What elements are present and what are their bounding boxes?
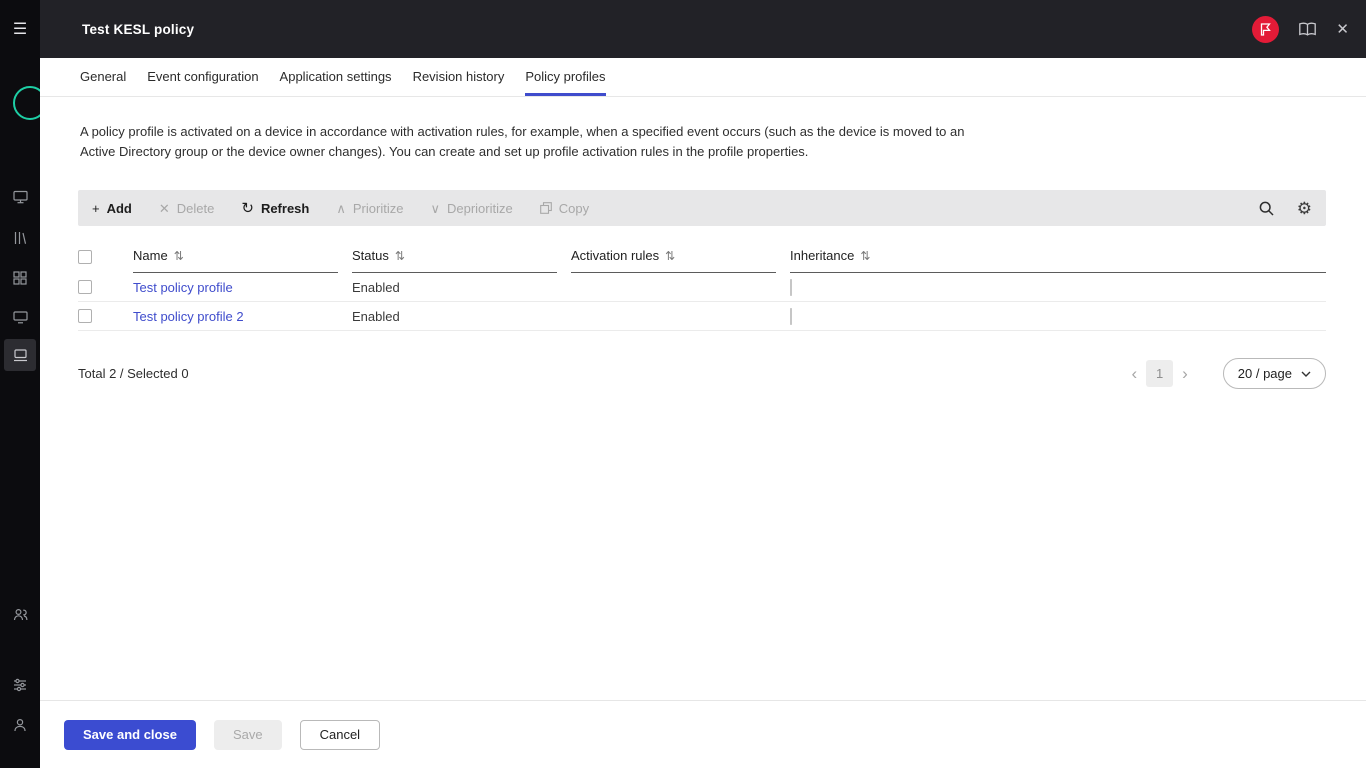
select-all-checkbox[interactable] [78,250,92,264]
column-header-inheritance[interactable]: Inheritance ⇅ [790,248,1326,273]
next-page-chevron-icon[interactable]: › [1173,365,1197,382]
pager: ‹ 1 › 20 / page [1122,358,1326,389]
copy-icon [540,202,552,214]
row-checkbox[interactable] [78,280,92,294]
left-nav-sidebar: ☰ [0,0,40,768]
column-header-status-label: Status [352,248,389,263]
save-button[interactable]: Save [214,720,282,750]
policy-profiles-description: A policy profile is activated on a devic… [80,122,968,162]
deprioritize-button-label: Deprioritize [447,201,513,216]
flag-icon [1260,23,1271,36]
table-row: Test policy profile Enabled [78,273,1326,302]
selection-summary: Total 2 / Selected 0 [78,366,189,381]
column-header-name[interactable]: Name ⇅ [133,248,338,273]
profile-status: Enabled [352,309,557,324]
table-row: Test policy profile 2 Enabled [78,302,1326,331]
page-size-value: 20 / page [1238,366,1292,381]
chevron-down-icon [1301,371,1311,377]
profiles-toolbar: + Add ✕ Delete ↻ Refresh ∧ Prioritize ∨ … [78,190,1326,226]
license-status-badge[interactable] [1252,16,1279,43]
pagination-row: Total 2 / Selected 0 ‹ 1 › 20 / page [78,358,1326,389]
devices-icon[interactable] [0,311,40,324]
cancel-button[interactable]: Cancel [300,720,380,750]
table-header-row: Name ⇅ Status ⇅ Activation rules ⇅ Inher… [78,248,1326,273]
column-header-name-label: Name [133,248,168,263]
sort-icon: ⇅ [395,249,405,263]
applications-grid-icon[interactable] [0,271,40,285]
refresh-button-label: Refresh [261,201,309,216]
inheritance-checkbox-disabled [790,279,792,296]
copy-button[interactable]: Copy [540,201,589,216]
copy-button-label: Copy [559,201,589,216]
tab-general[interactable]: General [80,58,126,96]
policy-tabs: General Event configuration Application … [40,58,1366,97]
profile-status: Enabled [352,280,557,295]
window-titlebar: Test KESL policy ✕ [40,0,1366,58]
column-settings-gear-icon[interactable]: ⚙ [1297,200,1312,217]
prioritize-button[interactable]: ∧ Prioritize [336,201,403,216]
profile-name-link[interactable]: Test policy profile [133,280,233,295]
tab-application-settings[interactable]: Application settings [280,58,392,96]
prioritize-button-label: Prioritize [353,201,404,216]
delete-button[interactable]: ✕ Delete [159,201,214,216]
delete-button-label: Delete [177,201,215,216]
help-documentation-icon[interactable] [1298,22,1317,37]
column-header-status[interactable]: Status ⇅ [352,248,557,273]
monitoring-icon[interactable] [0,190,40,204]
row-checkbox[interactable] [78,309,92,323]
chevron-down-icon: ∨ [430,202,440,215]
column-header-inheritance-label: Inheritance [790,248,854,263]
main-menu-hamburger-icon[interactable]: ☰ [0,0,40,58]
toolbar-right-actions: ⚙ [1258,200,1312,217]
plus-icon: + [92,202,100,215]
action-footer: Save and close Save Cancel [40,700,1366,768]
search-icon[interactable] [1258,200,1275,217]
close-icon[interactable]: ✕ [1336,20,1349,38]
tab-revision-history[interactable]: Revision history [413,58,505,96]
current-page-button[interactable]: 1 [1146,360,1173,387]
titlebar-actions: ✕ [1252,16,1366,43]
policy-profiles-table: Name ⇅ Status ⇅ Activation rules ⇅ Inher… [78,248,1326,331]
save-and-close-button[interactable]: Save and close [64,720,196,750]
refresh-icon: ↻ [241,201,254,216]
sort-icon: ⇅ [174,249,184,263]
tab-event-configuration[interactable]: Event configuration [147,58,258,96]
profile-name-link[interactable]: Test policy profile 2 [133,309,244,324]
kaspersky-logo-icon [13,86,40,120]
assets-icon[interactable] [0,231,40,245]
deprioritize-button[interactable]: ∨ Deprioritize [430,201,512,216]
policies-nav-item-selected[interactable] [4,339,36,371]
inheritance-checkbox-disabled [790,308,792,325]
previous-page-chevron-icon[interactable]: ‹ [1122,365,1146,382]
policy-properties-panel: General Event configuration Application … [40,58,1366,768]
refresh-button[interactable]: ↻ Refresh [241,201,309,216]
tab-policy-profiles[interactable]: Policy profiles [525,58,605,96]
window-title: Test KESL policy [40,22,194,37]
sort-icon: ⇅ [860,249,870,263]
delete-x-icon: ✕ [159,202,170,215]
add-button-label: Add [107,201,132,216]
page-size-dropdown[interactable]: 20 / page [1223,358,1326,389]
console-account-icon[interactable] [0,718,40,732]
column-header-activation-rules-label: Activation rules [571,248,659,263]
users-icon[interactable] [0,608,40,621]
column-header-activation-rules[interactable]: Activation rules ⇅ [571,248,776,273]
settings-sliders-icon[interactable] [0,678,40,692]
add-button[interactable]: + Add [92,201,132,216]
sort-icon: ⇅ [665,249,675,263]
chevron-up-icon: ∧ [336,202,346,215]
